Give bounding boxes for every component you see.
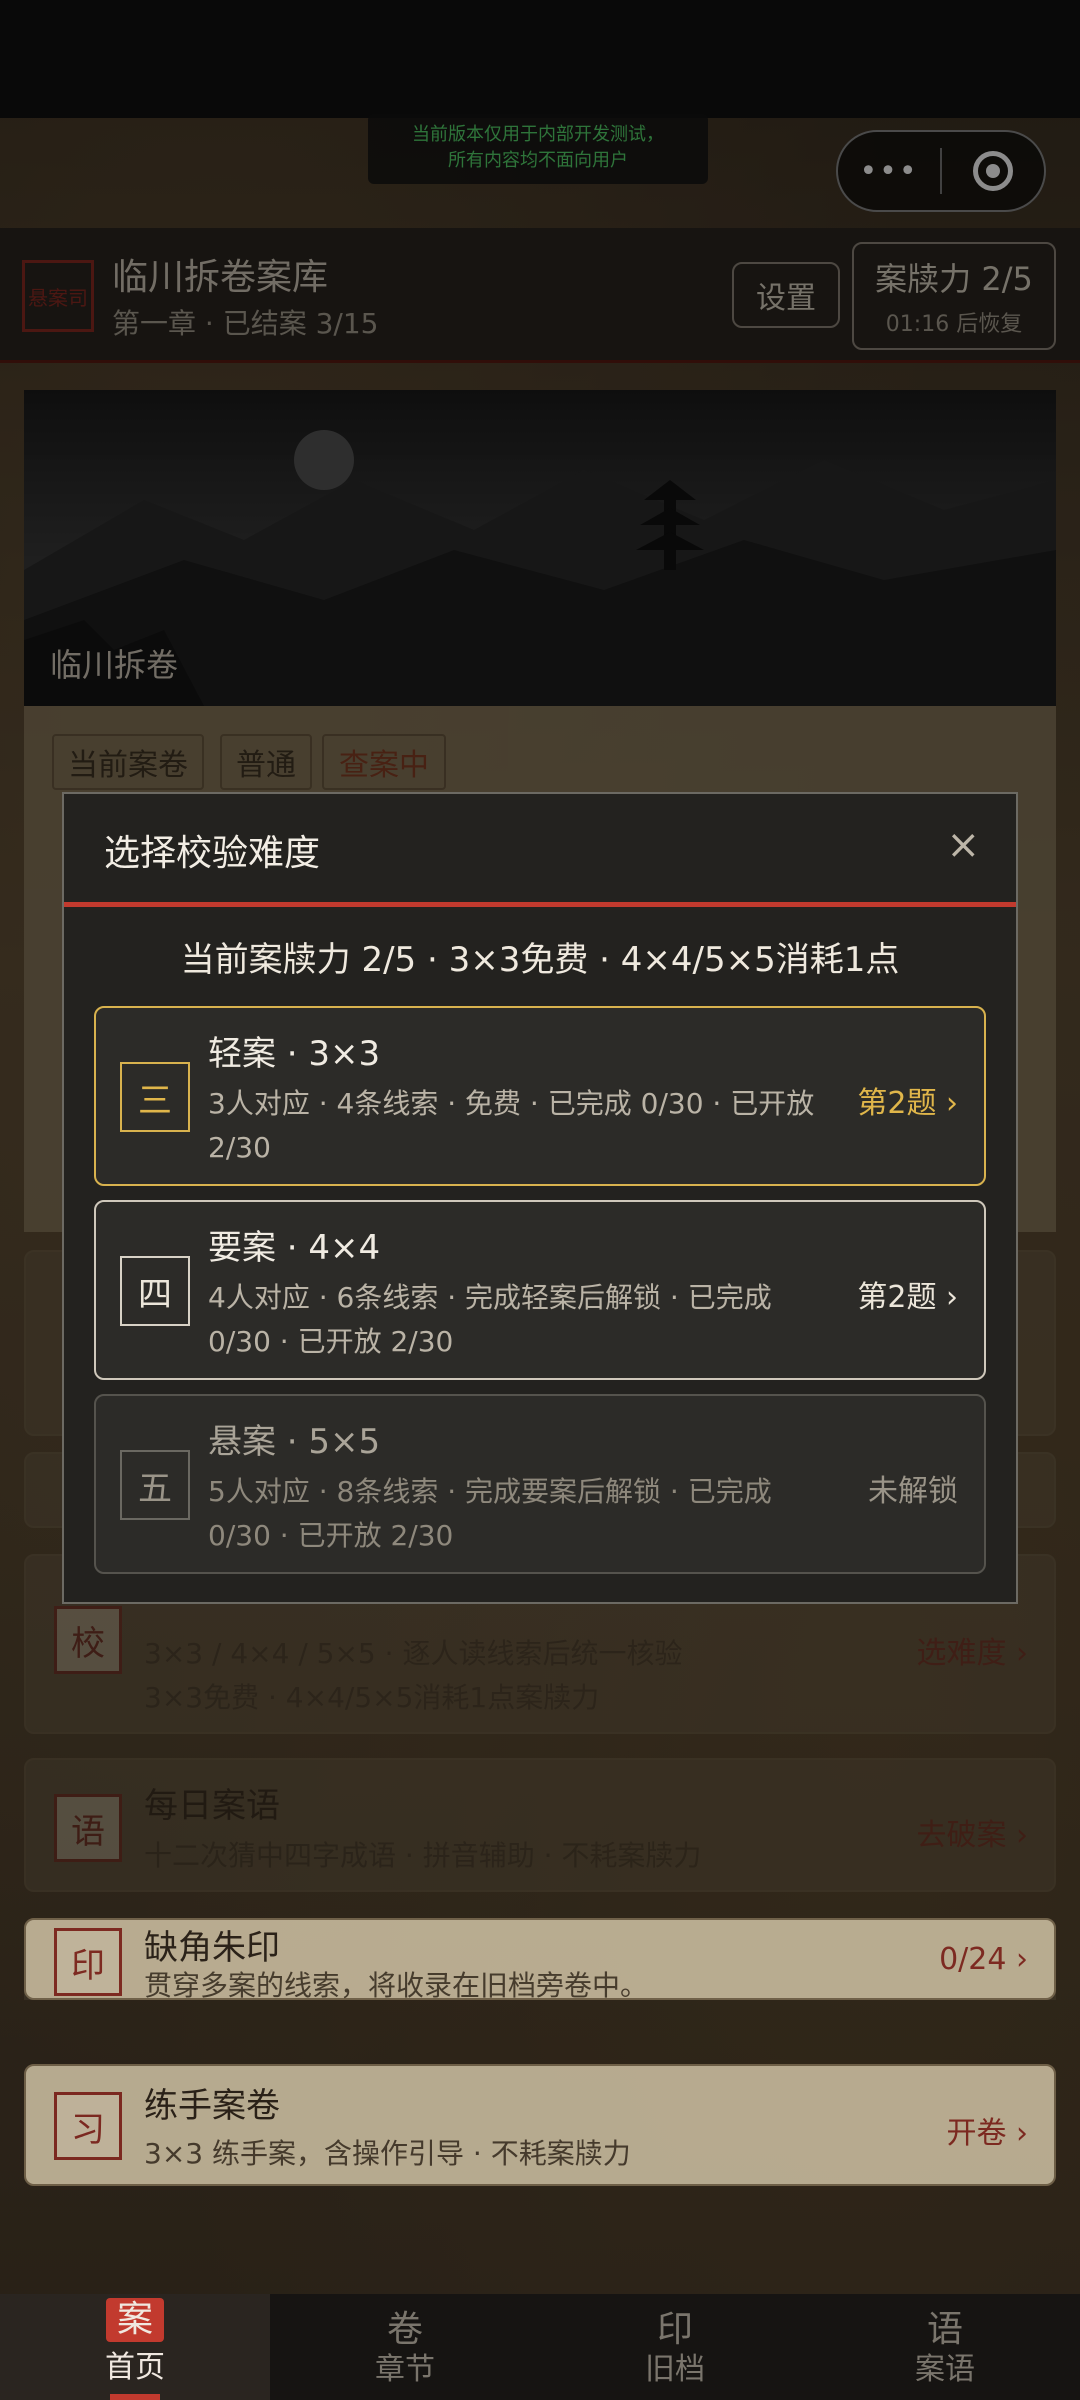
practice-icon: 习 xyxy=(54,2092,122,2160)
option-medium[interactable]: 四 要案 · 4×4 4人对应 · 6条线索 · 完成轻案后解锁 · 已完成 0… xyxy=(94,1200,986,1380)
bottom-tab-bar: 案 首页 卷 章节 印 旧档 语 案语 xyxy=(0,2294,1080,2400)
option-next-question[interactable]: 第2题 › xyxy=(857,1272,958,1316)
active-indicator xyxy=(110,2394,160,2400)
option-name: 悬案 · 5×5 xyxy=(208,1422,381,1462)
difficulty-modal: 选择校验难度 × 当前案牍力 2/5 · 3×3免费 · 4×4/5×5消耗1点… xyxy=(62,792,1018,1604)
tab-label: 首页 xyxy=(105,2350,165,2385)
seal-collection-desc: 贯穿多案的线索，将收录在旧档旁卷中。 xyxy=(144,1969,649,2002)
seal-icon: 印 xyxy=(54,1928,122,1996)
idiom-tab-icon: 语 xyxy=(926,2309,963,2350)
tab-archive[interactable]: 印 旧档 xyxy=(540,2294,810,2400)
practice-case-card[interactable]: 习 练手案卷 3×3 练手案，含操作引导 · 不耗案牍力 开卷 › xyxy=(24,2064,1056,2186)
practice-desc: 3×3 练手案，含操作引导 · 不耗案牍力 xyxy=(144,2137,631,2170)
option-desc: 4人对应 · 6条线索 · 完成轻案后解锁 · 已完成 0/30 · 已开放 2… xyxy=(208,1281,772,1358)
stamina-summary: 当前案牍力 2/5 · 3×3免费 · 4×4/5×5消耗1点 xyxy=(180,940,900,980)
option-name: 轻案 · 3×3 xyxy=(208,1034,381,1074)
option-hard: 五 悬案 · 5×5 5人对应 · 8条线索 · 完成要案后解锁 · 已完成 0… xyxy=(94,1394,986,1574)
scroll-tab-icon: 卷 xyxy=(386,2309,423,2350)
seal-collection-title: 缺角朱印 xyxy=(144,1928,280,1968)
practice-open-link[interactable]: 开卷 › xyxy=(946,2108,1028,2152)
option-next-question[interactable]: 第2题 › xyxy=(857,1078,958,1122)
seal-tab-icon: 印 xyxy=(656,2309,693,2350)
tab-label: 章节 xyxy=(375,2352,435,2387)
badge-three: 三 xyxy=(120,1062,190,1132)
tab-chapters[interactable]: 卷 章节 xyxy=(270,2294,540,2400)
tab-home[interactable]: 案 首页 xyxy=(0,2294,270,2400)
badge-five: 五 xyxy=(120,1450,190,1520)
practice-title: 练手案卷 xyxy=(144,2086,280,2126)
option-easy[interactable]: 三 轻案 · 3×3 3人对应 · 4条线索 · 免费 · 已完成 0/30 ·… xyxy=(94,1006,986,1186)
modal-header: 选择校验难度 × xyxy=(64,794,1016,907)
seal-collection-count[interactable]: 0/24 › xyxy=(939,1942,1028,1977)
badge-four: 四 xyxy=(120,1256,190,1326)
case-tab-icon: 案 xyxy=(106,2298,164,2342)
tab-idioms[interactable]: 语 案语 xyxy=(810,2294,1080,2400)
seal-collection-card[interactable]: 印 缺角朱印 贯穿多案的线索，将收录在旧档旁卷中。 0/24 › xyxy=(24,1918,1056,2002)
tab-label: 案语 xyxy=(915,2352,975,2387)
modal-title: 选择校验难度 xyxy=(104,833,321,874)
close-icon[interactable]: × xyxy=(946,822,980,868)
option-name: 要案 · 4×4 xyxy=(208,1228,381,1268)
option-desc: 5人对应 · 8条线索 · 完成要案后解锁 · 已完成 0/30 · 已开放 2… xyxy=(208,1475,772,1552)
tab-label: 旧档 xyxy=(645,2352,705,2387)
locked-status: 未解锁 xyxy=(868,1474,958,1509)
option-desc: 3人对应 · 4条线索 · 免费 · 已完成 0/30 · 已开放 2/30 xyxy=(208,1087,815,1164)
